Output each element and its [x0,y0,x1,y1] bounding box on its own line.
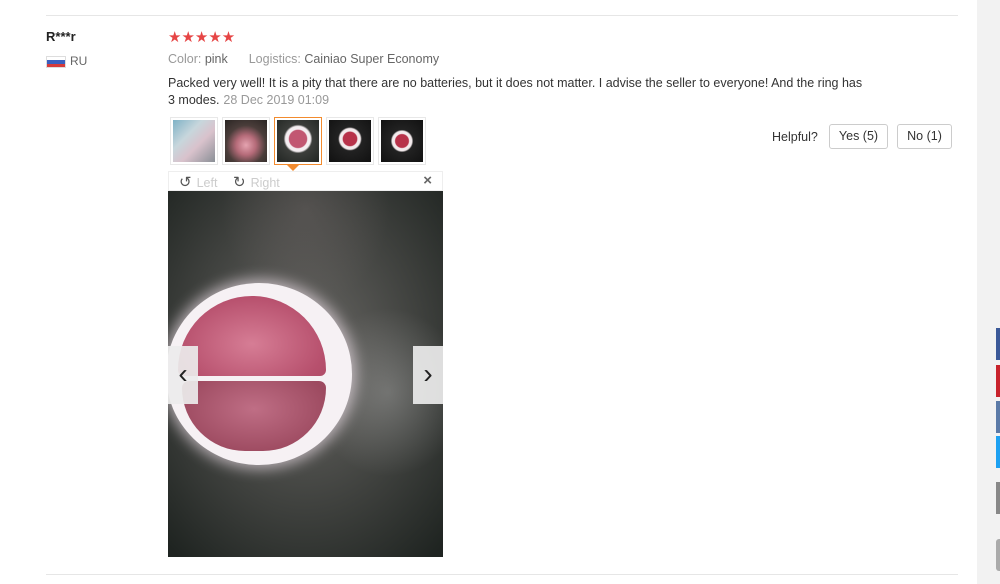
rotate-left-label: Left [196,176,218,190]
review-date: 28 Dec 2019 01:09 [223,93,330,107]
review-photo-large: ‹ › [168,191,443,557]
share-pinterest-icon[interactable] [996,365,1000,397]
photo-thumbnail-active[interactable] [274,117,322,165]
divider-top [46,15,958,16]
scroll-top-icon[interactable] [996,539,1000,571]
rotate-right-icon: ↻ [233,174,246,191]
helpful-no-button[interactable]: No (1) [897,124,952,149]
helpful-yes-button[interactable]: Yes (5) [829,124,888,149]
photo-thumbnail[interactable] [326,117,374,165]
helpful-label: Helpful? [772,130,818,144]
logistics-value: Cainiao Super Economy [304,52,440,66]
reviewer-name: R***r [46,29,76,44]
share-twitter-icon[interactable] [996,436,1000,468]
rotate-left-icon: ↺ [179,174,192,191]
rotate-right-label: Right [250,176,280,190]
russia-flag-icon [46,56,66,68]
close-icon[interactable]: × [423,172,432,189]
divider-bottom [46,574,958,575]
share-more-icon[interactable] [996,482,1000,514]
photo-thumbnail[interactable] [378,117,426,165]
logistics-label: Logistics: [248,52,301,66]
color-label: Color: [168,52,202,66]
color-value: pink [204,52,228,66]
review-body: Packed very well! It is a pity that ther… [168,75,868,109]
review-panel: R***r RU ★★★★★ Color: pink Logistics: Ca… [0,0,977,584]
rotate-right-button[interactable]: ↻ Right [233,173,280,191]
photo-thumbnail[interactable] [170,117,218,165]
review-attributes: Color: pink Logistics: Cainiao Super Eco… [168,52,439,66]
next-photo-button[interactable]: › [413,346,443,404]
rotate-left-button[interactable]: ↺ Left [179,173,217,191]
prev-photo-button[interactable]: ‹ [168,346,198,404]
share-vk-icon[interactable] [996,401,1000,433]
star-rating: ★★★★★ [168,29,236,46]
photo-thumbnail[interactable] [222,117,270,165]
share-facebook-icon[interactable] [996,328,1000,360]
reviewer-country: RU [70,54,88,68]
viewer-toolbar: ↺ Left ↻ Right × [168,171,443,191]
photo-viewer: ↺ Left ↻ Right × ‹ › [168,171,443,557]
